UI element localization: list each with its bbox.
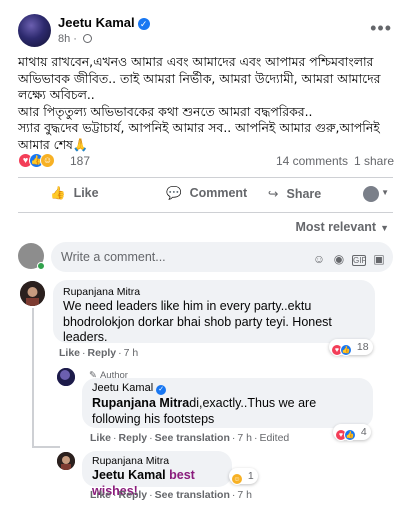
comment-author[interactable]: Rupanjana Mitra: [63, 286, 365, 298]
reply-reply-button[interactable]: Reply: [119, 432, 148, 444]
post-body-line: স্যার বুদ্ধদেব ভট্টাচার্য, আপনিই আমার সব…: [18, 120, 380, 135]
reply-like-button[interactable]: Like: [90, 489, 111, 501]
share-as-avatar[interactable]: [363, 186, 379, 202]
like-reaction-icon: 👍: [344, 429, 356, 441]
separator: ·: [149, 432, 153, 444]
comment-composer: ☺ ◉ GIF ▣: [18, 242, 398, 272]
separator: ·: [149, 489, 153, 501]
emoji-icon[interactable]: ☺: [312, 252, 326, 266]
like-reaction-icon: 👍: [340, 344, 352, 356]
care-reaction-icon: ☺: [40, 153, 55, 168]
comment-like-button[interactable]: Like: [59, 347, 80, 359]
comment-label: Comment: [189, 186, 248, 200]
share-button[interactable]: ↪ Share: [268, 186, 321, 201]
post-body-line: আর পিতৃতুল্য অভিভাবকের কথা শুনতে আমরা বদ…: [18, 103, 313, 119]
camera-icon[interactable]: ◉: [332, 252, 346, 266]
divider: [18, 177, 393, 178]
reply-bubble: Jeetu Kamal ✓ Rupanjana Mitradi,exactly..…: [82, 378, 373, 428]
more-options-button[interactable]: •••: [370, 18, 392, 39]
gif-icon[interactable]: GIF: [352, 255, 366, 266]
composer-tools: ☺ ◉ GIF ▣: [306, 250, 386, 267]
avatar-image: [57, 368, 75, 386]
chevron-down-icon[interactable]: ▼: [381, 188, 389, 197]
see-translation-link[interactable]: See translation: [155, 432, 230, 444]
chevron-down-icon: ▼: [380, 223, 389, 233]
avatar-image: [57, 452, 75, 470]
comment-text: We need leaders like him in every party.…: [63, 299, 332, 344]
reply-avatar[interactable]: [57, 452, 75, 470]
avatar-image: [20, 281, 45, 306]
reply-text: Rupanjana Mitradi,exactly..Thus we are f…: [92, 396, 363, 427]
share-label: Share: [286, 187, 322, 201]
shares-count[interactable]: 1 share: [354, 154, 394, 168]
comments-count[interactable]: 14 comments: [276, 154, 348, 168]
separator: ·: [254, 432, 258, 444]
thread-connector: [32, 446, 60, 448]
reply-actions: Like · Reply · See translation · 7 h · Edited: [90, 432, 289, 444]
separator: ·: [113, 432, 117, 444]
separator: ·: [231, 489, 236, 501]
avatar[interactable]: [18, 243, 45, 270]
verified-badge-icon: ✓: [137, 18, 150, 30]
reply-bubble: Rupanjana Mitra Jeetu Kamal best wishes!: [82, 451, 232, 498]
reply-author[interactable]: Rupanjana Mitra: [92, 455, 222, 467]
reply-like-button[interactable]: Like: [90, 432, 111, 444]
sticker-icon[interactable]: ▣: [372, 252, 386, 266]
like-label: Like: [73, 186, 99, 200]
separator: ·: [82, 347, 86, 359]
reply-reaction-count: 1: [247, 470, 254, 482]
sort-label: Most relevant: [295, 220, 377, 234]
reply-reaction-count: 4: [360, 426, 367, 438]
post-body-line: মাথায় রাখবেন,এখনও আমার এবং আমাদের এবং আ…: [18, 54, 374, 69]
globe-icon: [83, 34, 93, 43]
comment-icon: 💬: [166, 186, 182, 200]
see-translation-link[interactable]: See translation: [155, 489, 230, 501]
author-name-text[interactable]: Jeetu Kamal: [58, 15, 135, 30]
online-status-dot: [37, 262, 45, 270]
post-body: মাথায় রাখবেন,এখনও আমার এবং আমাদের এবং আ…: [18, 54, 398, 153]
reply-reactions[interactable]: ☺ 1: [229, 468, 258, 485]
comment-button[interactable]: 💬 Comment: [166, 186, 247, 201]
comment-reactions[interactable]: ♥ 👍 18: [329, 339, 373, 356]
separator: ·: [231, 432, 236, 444]
share-icon: ↪: [268, 187, 279, 201]
reply-avatar[interactable]: [57, 368, 75, 386]
separator: ·: [113, 489, 117, 501]
comment-actions: Like · Reply · 7 h: [59, 347, 138, 359]
reply-actions: Like · Reply · See translation · 7 h: [90, 489, 252, 501]
comment-reaction-count: 18: [356, 341, 369, 353]
divider: [18, 212, 393, 213]
reactions-bar: ♥ 👍 ☺ 187 14 comments 1 share: [18, 151, 398, 171]
care-reaction-icon: ☺: [231, 473, 243, 485]
post-stats: 14 comments 1 share: [270, 154, 394, 168]
reply-time[interactable]: 7 h: [237, 432, 252, 444]
comment-time[interactable]: 7 h: [124, 347, 139, 359]
comment-sort-dropdown[interactable]: Most relevant ▼: [295, 220, 389, 234]
author-name[interactable]: Jeetu Kamal ✓: [58, 15, 150, 30]
comment-reply-button[interactable]: Reply: [88, 347, 117, 359]
reply-author[interactable]: Jeetu Kamal ✓: [92, 382, 363, 395]
reply-reply-button[interactable]: Reply: [119, 489, 148, 501]
reply-reactions[interactable]: ♥ 👍 4: [333, 424, 371, 441]
like-icon: 👍: [50, 186, 66, 200]
author-avatar[interactable]: [18, 14, 51, 47]
mention-link[interactable]: Rupanjana Mitra: [92, 396, 189, 410]
post-body-line: অভিভাবক জীবিত.. তাই আমরা নির্ভীক, আমরা উ…: [18, 70, 381, 86]
thread-line: [32, 308, 34, 446]
comment-avatar[interactable]: [20, 281, 45, 306]
like-button[interactable]: 👍 Like: [50, 186, 99, 201]
comment-bubble: Rupanjana Mitra We need leaders like him…: [53, 280, 375, 344]
post-header: Jeetu Kamal ✓ 8h · •••: [18, 14, 398, 50]
edited-label[interactable]: Edited: [260, 432, 290, 444]
post-body-line: লক্ষ্যে অবিচল..: [18, 87, 95, 102]
mention-link[interactable]: Jeetu Kamal: [92, 468, 166, 482]
verified-badge-icon: ✓: [156, 385, 167, 395]
reply-time[interactable]: 7 h: [237, 489, 252, 501]
post-time[interactable]: 8h: [58, 33, 70, 45]
reaction-count[interactable]: 187: [70, 154, 90, 168]
post-meta: 8h ·: [58, 33, 93, 45]
reply-author-text[interactable]: Jeetu Kamal: [92, 382, 153, 394]
separator: ·: [118, 347, 122, 359]
post-actions: 👍 Like 💬 Comment ↪ Share ▼: [18, 182, 393, 210]
